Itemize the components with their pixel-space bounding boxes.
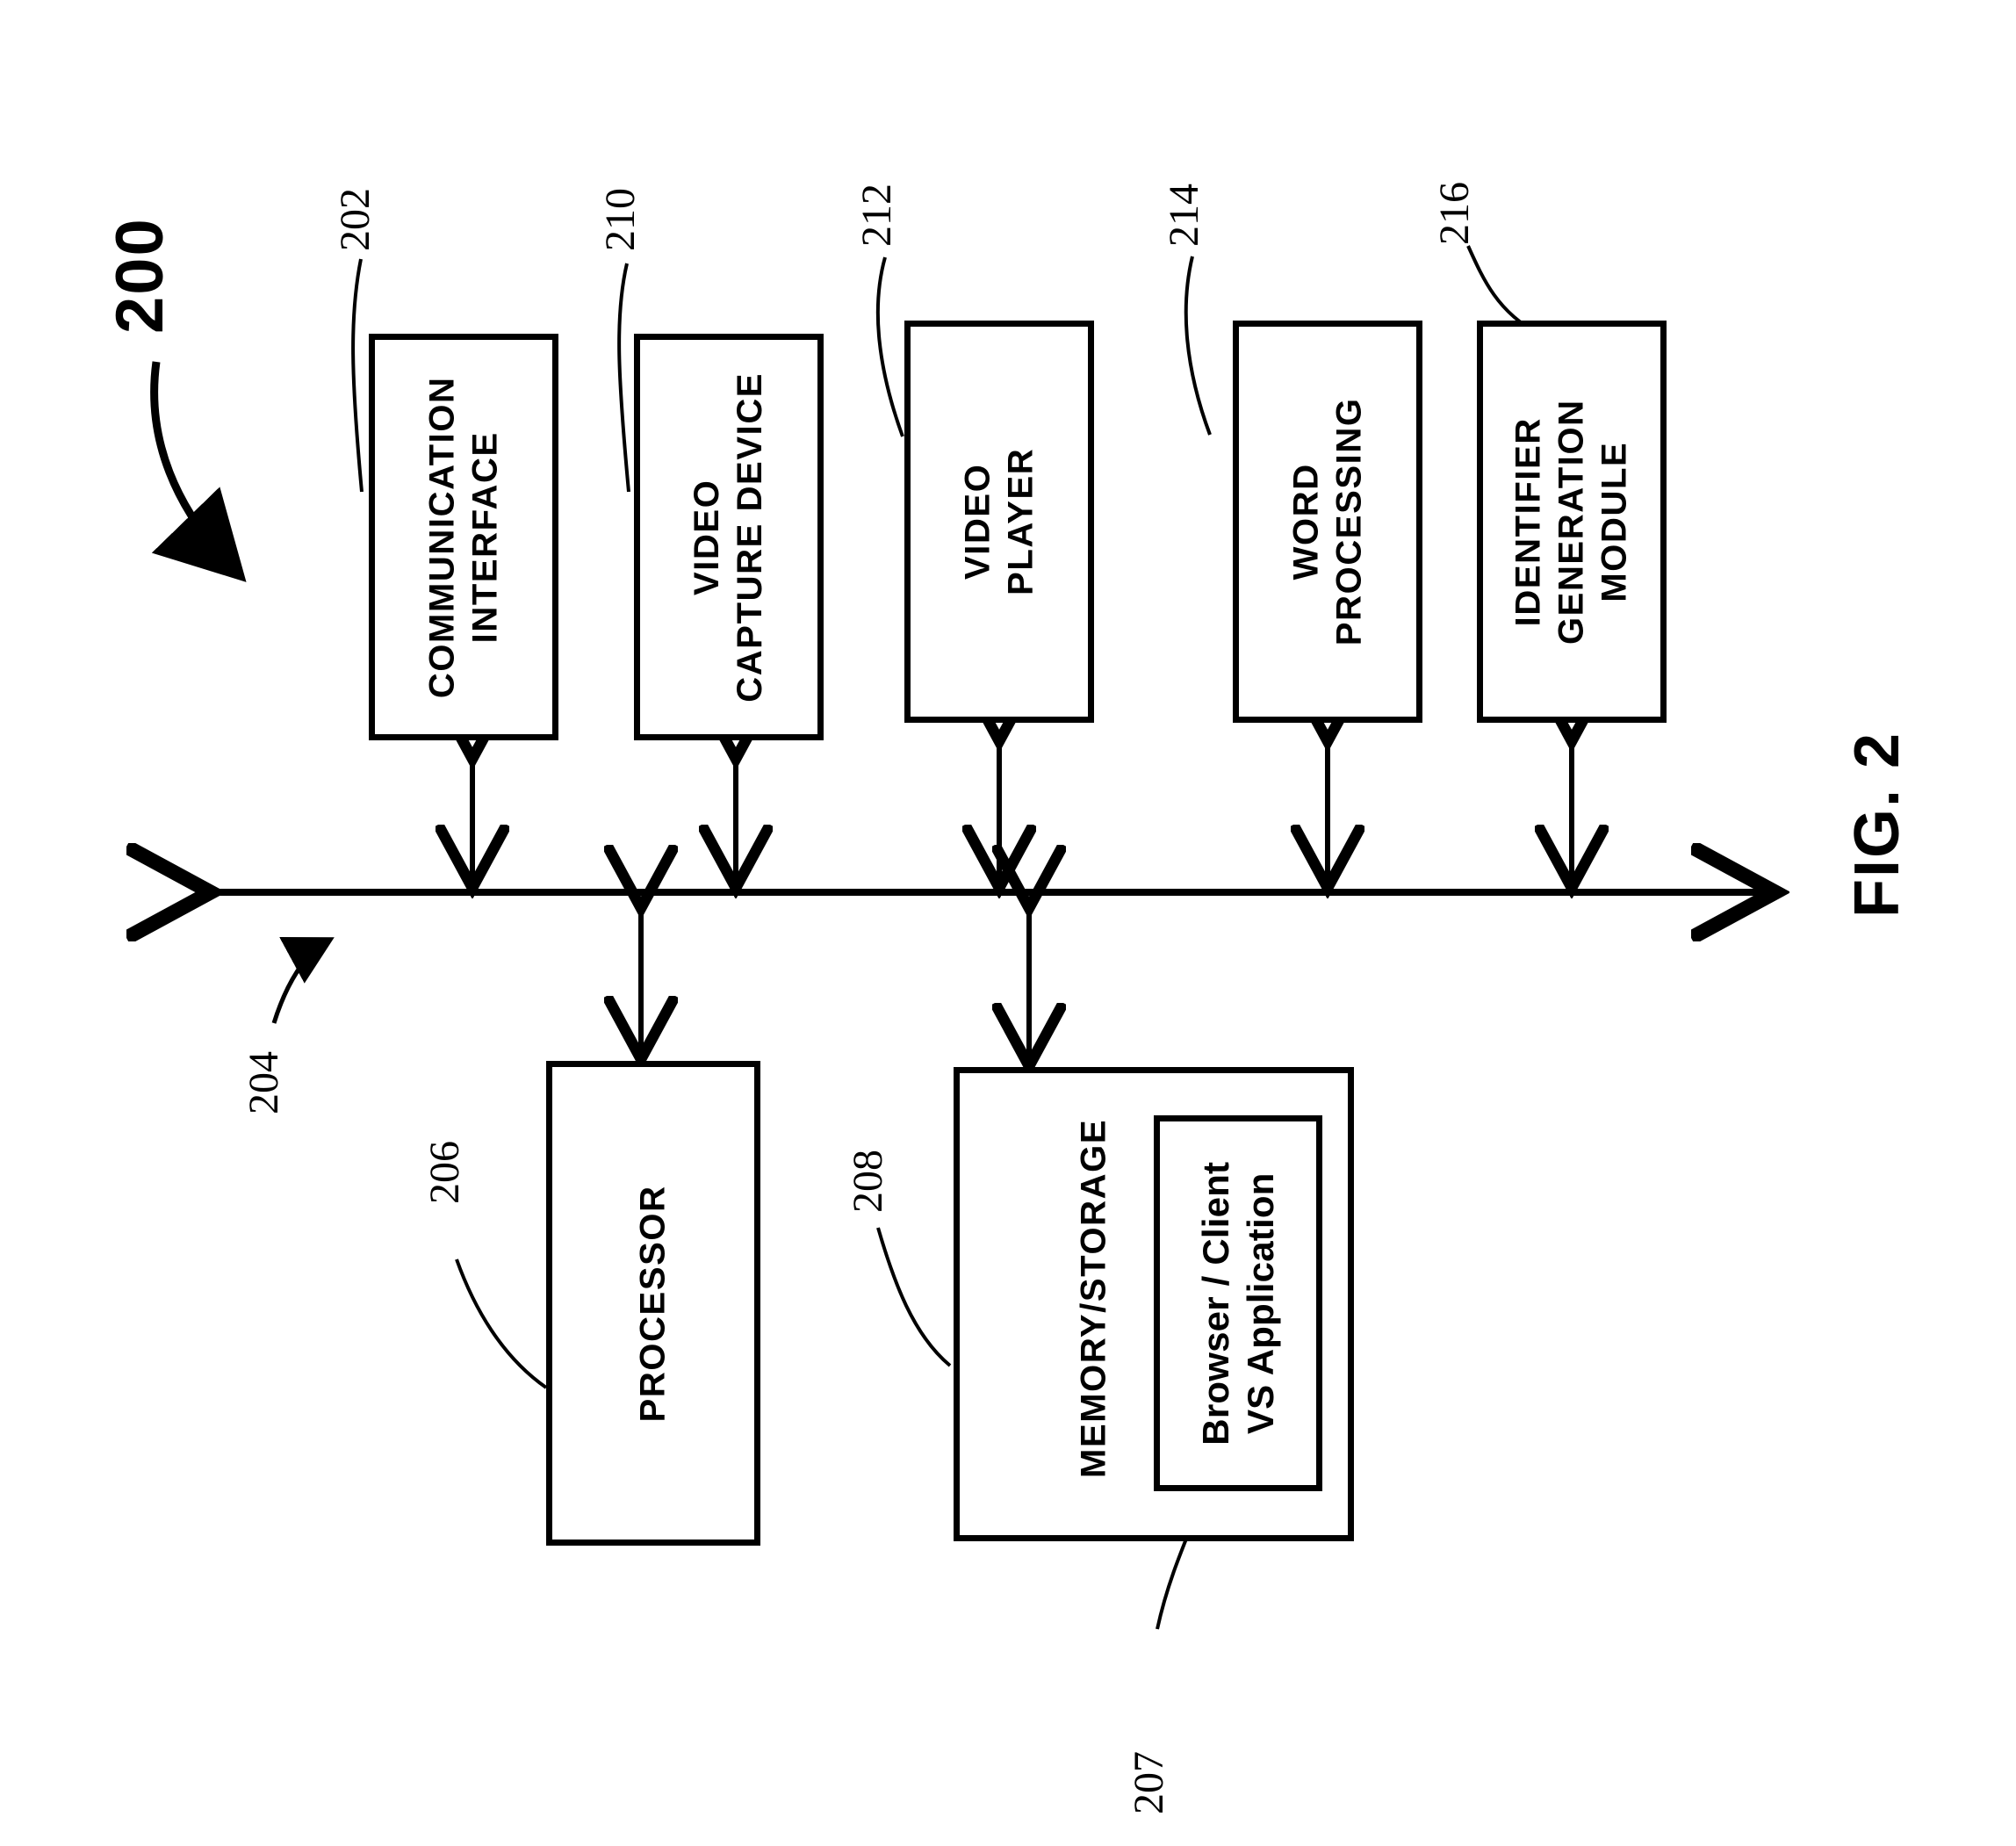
block-label-processor: PROCESSOR [633,1184,673,1422]
block-label-browser-client-vs-application: Browser / Client VS Application [1194,1161,1281,1446]
reference-numeral-204: 204 [241,1051,287,1114]
block-label-word-processing: WORD PROCESSING [1286,397,1368,646]
reference-numeral-206: 206 [421,1141,468,1204]
block-video-capture-device[interactable]: VIDEO CAPTURE DEVICE [634,334,824,740]
reference-numeral-212: 212 [853,184,900,247]
block-label-video-player: VIDEO PLAYER [958,447,1040,596]
reference-numeral-200: 200 [103,217,177,334]
figure-canvas: COMMUNICATION INTERFACE VIDEO CAPTURE DE… [0,0,2016,1846]
block-browser-client-vs-application[interactable]: Browser / Client VS Application [1154,1115,1322,1491]
reference-numeral-210: 210 [597,188,644,251]
block-processor[interactable]: PROCESSOR [546,1061,760,1546]
reference-numeral-216: 216 [1431,182,1478,245]
block-label-communication-interface: COMMUNICATION INTERFACE [422,376,504,698]
block-memory-storage[interactable]: MEMORY/STORAGE Browser / Client VS Appli… [954,1067,1354,1541]
diagram-line-art [0,245,2016,1630]
reference-numeral-202: 202 [332,188,378,251]
bus-connector-arrows [472,736,1572,883]
block-communication-interface[interactable]: COMMUNICATION INTERFACE [369,334,558,740]
block-label-video-capture-device: VIDEO CAPTURE DEVICE [688,371,769,703]
bus-ref-leader [271,937,335,1024]
system-ref-leader [150,361,247,582]
figure-title: FIG. 2 [1842,731,1912,918]
bus-connector-arrows-lower [641,903,1029,1061]
block-label-identifier-generation-module: IDENTIFIER GENERATION MODULE [1508,399,1634,645]
block-label-memory-storage: MEMORY/STORAGE [1074,1118,1113,1478]
block-identifier-generation-module[interactable]: IDENTIFIER GENERATION MODULE [1477,321,1667,723]
block-word-processing[interactable]: WORD PROCESSING [1233,321,1422,723]
reference-numeral-208: 208 [845,1150,891,1213]
reference-numeral-214: 214 [1161,184,1207,247]
block-video-player[interactable]: VIDEO PLAYER [904,321,1094,723]
reference-numeral-207: 207 [1126,1751,1172,1814]
